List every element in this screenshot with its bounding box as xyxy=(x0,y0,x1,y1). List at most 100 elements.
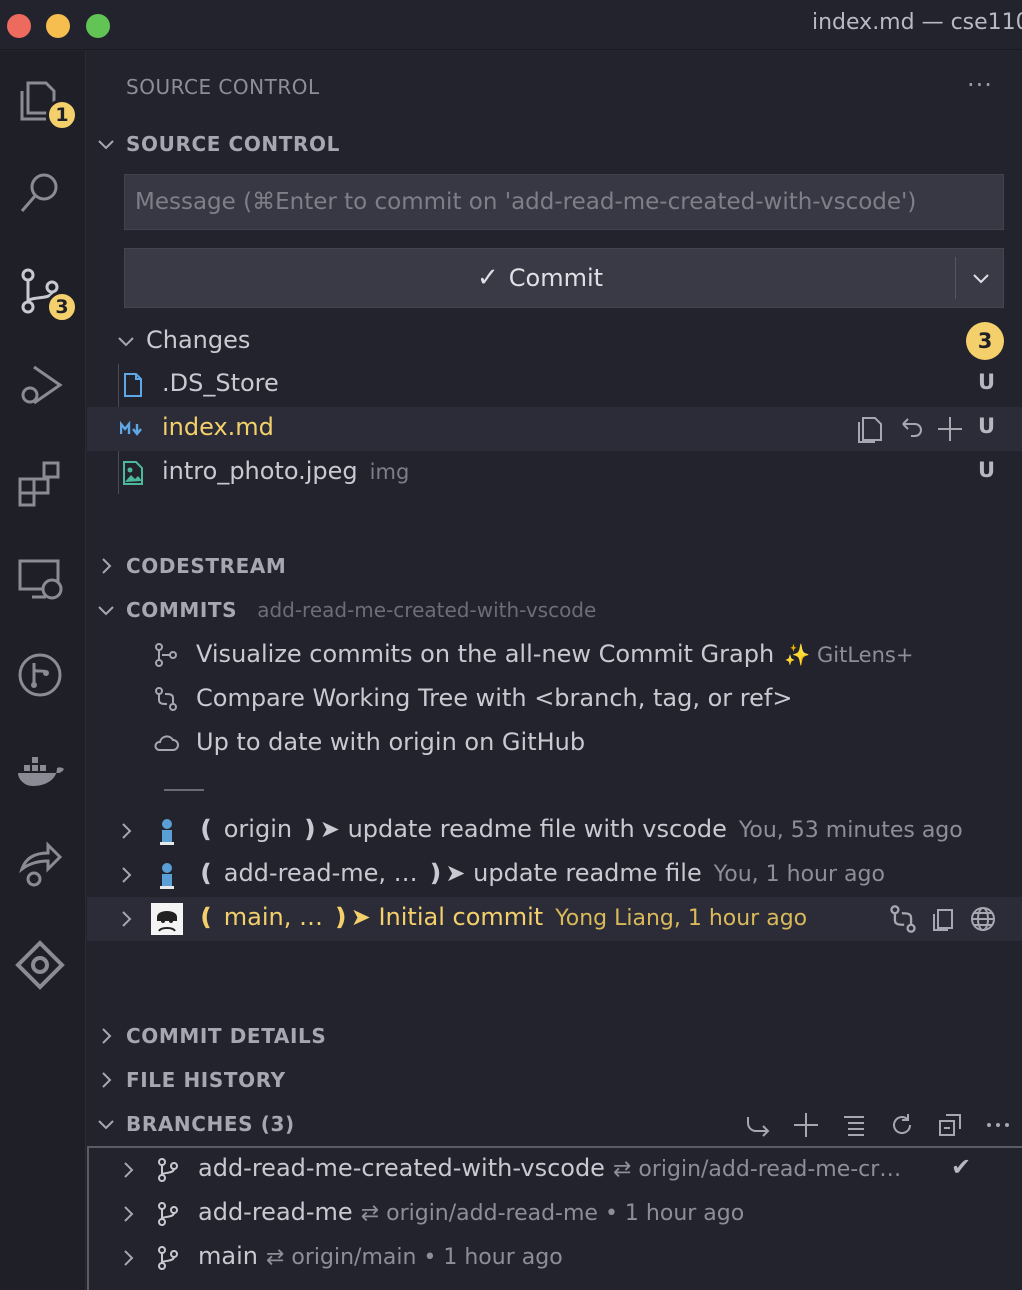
branch-row[interactable]: main ⇄ origin/main • 1 hour ago xyxy=(89,1236,1022,1280)
activity-explorer[interactable]: 1 xyxy=(8,69,78,133)
extensions-icon xyxy=(18,461,60,507)
file-row-actions xyxy=(854,413,966,445)
more-actions-icon[interactable] xyxy=(982,1109,1014,1141)
branch-meta: ⇄ origin/add-read-me-cr… xyxy=(612,1157,902,1182)
minimize-window-button[interactable] xyxy=(46,14,70,38)
commit-ref: ❪ main, … ❫➤ xyxy=(196,903,371,931)
check-icon: ✓ xyxy=(476,263,499,293)
branches-toolbar xyxy=(742,1109,1014,1141)
commit-text: ❪ origin ❫➤ update readme file with vsco… xyxy=(196,815,963,843)
section-label: COMMITS add-read-me-created-with-vscode xyxy=(126,598,596,622)
section-commit-details[interactable]: COMMIT DETAILS xyxy=(87,1016,1022,1056)
add-branch-icon[interactable] xyxy=(790,1109,822,1141)
section-codestream[interactable]: CODESTREAM xyxy=(87,546,1022,586)
commit-ref: ❪ add-read-me, … ❫➤ xyxy=(196,859,466,887)
sidebar-title: SOURCE CONTROL xyxy=(126,75,320,99)
file-icon xyxy=(124,373,142,397)
activity-docker[interactable] xyxy=(8,741,72,805)
commit-row[interactable]: ❪ add-read-me, … ❫➤ update readme file Yo… xyxy=(87,853,1022,897)
branch-icon xyxy=(158,1202,178,1226)
chevron-right-icon xyxy=(124,1250,134,1266)
file-status: U xyxy=(978,414,996,438)
globe-icon[interactable] xyxy=(967,903,999,935)
list-view-icon[interactable] xyxy=(838,1109,870,1141)
activity-gitlens[interactable] xyxy=(8,643,72,707)
branch-name: main xyxy=(198,1242,258,1270)
action-meta: ✨ GitLens+ xyxy=(784,643,914,667)
gitlens-action-row[interactable]: Visualize commits on the all-new Commit … xyxy=(87,633,1022,677)
commit-row-actions xyxy=(887,903,999,935)
activity-extensions[interactable] xyxy=(8,451,72,515)
compare-icon xyxy=(155,687,177,711)
codestream-icon xyxy=(15,940,65,990)
activity-search[interactable] xyxy=(8,161,72,225)
action-text: Compare Working Tree with <branch, tag, … xyxy=(196,684,793,712)
commit-text: ❪ main, … ❫➤ Initial commit Yong Liang, 1… xyxy=(196,903,807,931)
chevron-down-icon xyxy=(98,1120,114,1130)
section-commits[interactable]: COMMITS add-read-me-created-with-vscode xyxy=(87,590,1022,630)
activity-codestream[interactable] xyxy=(8,933,72,997)
commit-row[interactable]: ❪ origin ❫➤ update readme file with vsco… xyxy=(87,809,1022,853)
copy-icon[interactable] xyxy=(927,903,959,935)
branch-text: main ⇄ origin/main • 1 hour ago xyxy=(198,1242,563,1270)
activity-live-share[interactable] xyxy=(8,833,72,897)
section-label: SOURCE CONTROL xyxy=(126,132,340,156)
gitlens-action-row[interactable]: Compare Working Tree with <branch, tag, … xyxy=(87,677,1022,721)
section-label: FILE HISTORY xyxy=(126,1068,286,1092)
current-branch-check-icon: ✔ xyxy=(951,1153,972,1181)
commit-message-box[interactable] xyxy=(124,174,1004,230)
changed-file-row[interactable]: intro_photo.jpeg img U xyxy=(87,451,1022,495)
commit-options-dropdown[interactable] xyxy=(957,249,1005,307)
chevron-right-icon xyxy=(122,911,132,927)
file-name: intro_photo.jpeg xyxy=(162,457,358,485)
section-file-history[interactable]: FILE HISTORY xyxy=(87,1060,1022,1100)
file-name-with-desc: intro_photo.jpeg img xyxy=(162,457,409,485)
commit-button[interactable]: ✓ Commit xyxy=(125,249,955,307)
stage-changes-icon[interactable] xyxy=(934,413,966,445)
switch-branch-icon[interactable] xyxy=(742,1109,774,1141)
branch-meta: ⇄ origin/main • 1 hour ago xyxy=(265,1245,563,1270)
section-source-control[interactable]: SOURCE CONTROL xyxy=(87,124,1022,164)
refresh-icon[interactable] xyxy=(886,1109,918,1141)
chevron-down-icon xyxy=(98,140,114,150)
file-name: .DS_Store xyxy=(162,369,279,397)
commit-meta: Yong Liang, 1 hour ago xyxy=(555,906,808,931)
section-label: CODESTREAM xyxy=(126,554,287,578)
source-control-sidebar: SOURCE CONTROL ··· SOURCE CONTROL ✓ Comm… xyxy=(87,51,1022,1290)
discard-changes-icon[interactable] xyxy=(894,413,926,445)
changed-file-row[interactable]: .DS_Store U xyxy=(87,363,1022,407)
branch-text: add-read-me ⇄ origin/add-read-me • 1 hour… xyxy=(198,1198,744,1226)
commit-message: Initial commit xyxy=(378,903,544,931)
commit-text: ❪ add-read-me, … ❫➤ update readme file Yo… xyxy=(196,859,885,887)
commit-message: update readme file with vscode xyxy=(347,815,727,843)
run-debug-icon xyxy=(21,365,63,405)
activity-run-debug[interactable] xyxy=(8,353,72,417)
chevron-right-icon xyxy=(122,867,132,883)
activity-remote-explorer[interactable] xyxy=(8,547,72,611)
more-actions-icon[interactable]: ··· xyxy=(967,71,993,99)
activity-source-control[interactable]: 3 xyxy=(8,259,78,323)
chevron-right-icon xyxy=(124,1162,134,1178)
chevron-right-icon xyxy=(102,1028,112,1044)
chevron-right-icon xyxy=(122,823,132,839)
activity-bar: 1 3 xyxy=(0,51,86,1290)
commit-message-input[interactable] xyxy=(125,175,1003,229)
avatar xyxy=(151,903,183,935)
branch-icon xyxy=(158,1158,178,1182)
collapse-all-icon[interactable] xyxy=(934,1109,966,1141)
close-window-button[interactable] xyxy=(7,14,31,38)
button-divider xyxy=(955,257,956,299)
branch-row[interactable]: add-read-me-created-with-vscode ⇄ origin/… xyxy=(89,1148,1022,1192)
commit-row[interactable]: ❪ main, … ❫➤ Initial commit Yong Liang, 1… xyxy=(87,897,1022,941)
section-label: COMMIT DETAILS xyxy=(126,1024,327,1048)
file-status: U xyxy=(978,370,996,394)
branch-row[interactable]: add-read-me ⇄ origin/add-read-me • 1 hour… xyxy=(89,1192,1022,1236)
commit-button-group: ✓ Commit xyxy=(124,248,1004,308)
changed-file-row[interactable]: index.md U xyxy=(87,407,1022,451)
maximize-window-button[interactable] xyxy=(86,14,110,38)
open-file-icon[interactable] xyxy=(854,413,886,445)
changes-group-header[interactable]: Changes 3 xyxy=(87,321,1022,361)
window-title: index.md — cse110 xyxy=(812,10,1022,35)
compare-icon[interactable] xyxy=(887,903,919,935)
branch-icon xyxy=(158,1246,178,1270)
